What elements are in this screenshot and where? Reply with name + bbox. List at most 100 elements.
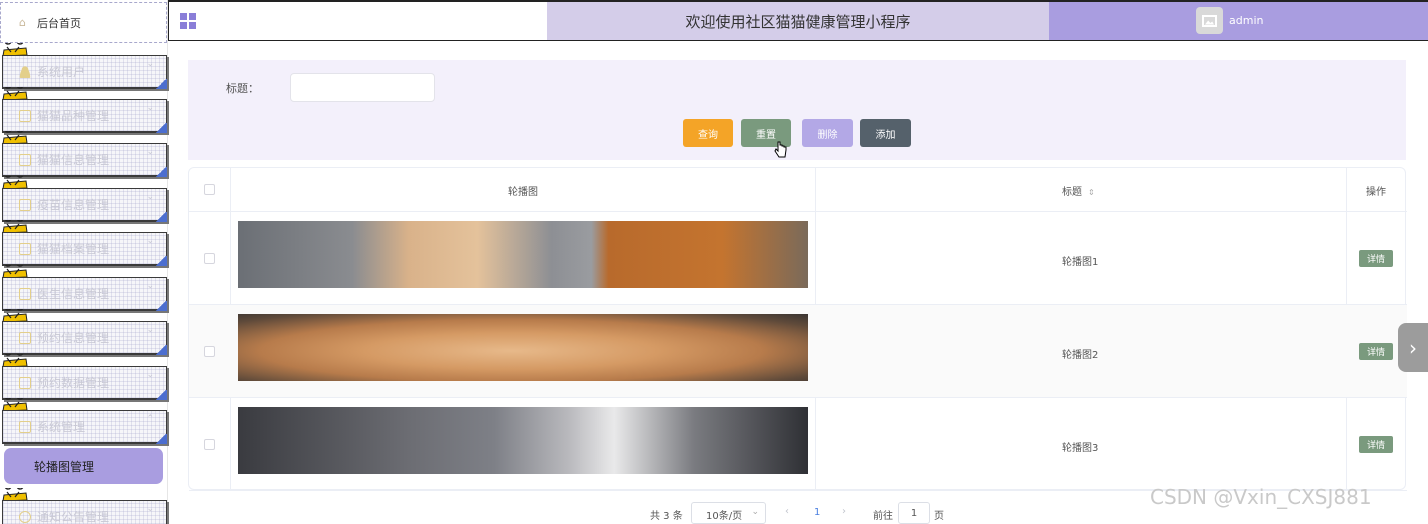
row-checkbox[interactable]	[204, 346, 215, 357]
sidebar-item-appointment-data[interactable]: 预约数据管理 ⌄	[2, 366, 167, 400]
row-title: 轮播图3	[1062, 443, 1099, 454]
sidebar-item-label: 通知公告管理	[37, 510, 110, 524]
delete-button[interactable]: 删除	[802, 119, 853, 147]
sidebar-item-label: 医生信息管理	[37, 287, 110, 301]
chevron-up-icon: ⌃	[146, 414, 154, 424]
page-number-1[interactable]: 1	[814, 507, 820, 518]
page-size-select[interactable]: 10条/页 ⌄	[691, 502, 766, 524]
page-title: 欢迎使用社区猫猫健康管理小程序	[547, 2, 1049, 40]
chevron-right-icon[interactable]: ›	[1398, 323, 1428, 372]
sidebar-item-label: 轮播图管理	[34, 459, 95, 474]
watermark: CSDN @Vxin_CXSJ881	[1150, 485, 1372, 509]
row-title: 轮播图2	[1062, 350, 1099, 361]
sidebar-item-vaccine[interactable]: 疫苗信息管理 ⌄	[2, 188, 167, 222]
page-corner-decoration	[155, 167, 167, 177]
page-corner-decoration	[155, 79, 167, 89]
column-header-title[interactable]: 标题 ⇕	[1062, 183, 1095, 198]
goto-label: 前往	[873, 511, 893, 522]
search-panel: 标题： 查询 重置 删除 添加	[188, 60, 1406, 160]
page-corner-decoration	[155, 434, 167, 444]
sidebar-item-system-users[interactable]: 系统用户 ⌄	[2, 55, 167, 89]
pagination: 共 3 条 10条/页 ⌄ ‹ 1 › 前往 1 页	[640, 502, 1020, 524]
sidebar-item-label: 系统用户	[37, 65, 86, 79]
page-size-value: 10条/页	[706, 511, 743, 522]
person-icon	[19, 65, 31, 78]
avatar[interactable]	[1196, 7, 1223, 34]
chevron-down-icon: ⌄	[146, 192, 154, 202]
select-all-checkbox[interactable]	[204, 184, 215, 195]
sidebar-item-home[interactable]: ⌂ 后台首页	[0, 2, 167, 43]
carousel-thumbnail	[238, 407, 808, 474]
page-corner-decoration	[155, 345, 167, 355]
page-corner-decoration	[155, 123, 167, 133]
page-corner-decoration	[155, 256, 167, 266]
sidebar-item-cat-archive[interactable]: 猫猫档案管理 ⌄	[2, 232, 167, 266]
folder-icon	[19, 287, 31, 300]
folder-icon	[19, 376, 31, 389]
sidebar-item-label: 预约信息管理	[37, 331, 110, 345]
title-search-input[interactable]	[290, 73, 435, 102]
carousel-thumbnail	[238, 221, 808, 288]
top-header: 欢迎使用社区猫猫健康管理小程序 admin	[168, 0, 1428, 41]
sidebar: ⌂ 后台首页 系统用户 ⌄ 猫猫品种管理 ⌄ 猫猫信息管理 ⌄ 疫苗信息管理 ⌄…	[0, 0, 168, 524]
menu-grid-icon[interactable]	[180, 13, 196, 29]
sidebar-item-appointment-info[interactable]: 预约信息管理 ⌄	[2, 321, 167, 355]
page-corner-decoration	[155, 390, 167, 400]
sidebar-item-announcements[interactable]: 通知公告管理 ⌄	[2, 500, 167, 524]
folder-icon	[19, 198, 31, 211]
table-row: 轮播图3 详情	[189, 398, 1407, 491]
row-checkbox[interactable]	[204, 439, 215, 450]
row-checkbox[interactable]	[204, 253, 215, 264]
sidebar-item-system-management[interactable]: 系统管理 ⌃	[2, 410, 167, 444]
column-header-actions: 操作	[1366, 187, 1386, 198]
sidebar-item-label: 猫猫信息管理	[37, 153, 110, 167]
sidebar-item-label: 猫猫品种管理	[37, 109, 110, 123]
image-placeholder-icon	[1202, 14, 1217, 27]
chevron-down-icon: ⌄	[146, 325, 154, 335]
detail-button[interactable]: 详情	[1359, 343, 1393, 360]
chevron-down-icon: ⌄	[146, 147, 154, 157]
table-row: 轮播图2 详情	[189, 305, 1407, 398]
page-corner-decoration	[155, 301, 167, 311]
chevron-down-icon: ⌄	[751, 507, 759, 517]
folder-icon	[19, 109, 31, 122]
sidebar-item-label: 猫猫档案管理	[37, 242, 110, 256]
add-button[interactable]: 添加	[860, 119, 911, 147]
user-area[interactable]: admin	[1049, 2, 1428, 40]
table-row: 轮播图1 详情	[189, 212, 1407, 305]
chevron-down-icon: ⌄	[146, 236, 154, 246]
page-suffix: 页	[934, 511, 944, 522]
carousel-table: 轮播图 标题 ⇕ 操作 轮播图1 详情 轮播图2 详情 轮播图3 详情	[188, 167, 1407, 491]
prev-page-button[interactable]: ‹	[785, 506, 789, 517]
sidebar-item-doctor[interactable]: 医生信息管理 ⌄	[2, 277, 167, 311]
column-title-text: 标题	[1062, 187, 1082, 198]
detail-button[interactable]: 详情	[1359, 250, 1393, 267]
image-icon	[19, 420, 31, 433]
sidebar-item-cat-info[interactable]: 猫猫信息管理 ⌄	[2, 143, 167, 177]
hand-cursor-icon	[774, 140, 788, 160]
pagination-total: 共 3 条	[650, 511, 683, 522]
sidebar-item-label: 后台首页	[37, 16, 81, 30]
folder-icon	[19, 242, 31, 255]
folder-icon	[19, 331, 31, 344]
sidebar-item-cat-breed[interactable]: 猫猫品种管理 ⌄	[2, 99, 167, 133]
info-icon	[19, 510, 31, 523]
carousel-thumbnail	[238, 314, 808, 381]
detail-button[interactable]: 详情	[1359, 436, 1393, 453]
title-search-label: 标题：	[226, 82, 259, 95]
chevron-down-icon: ⌄	[146, 59, 154, 69]
app-title-text: 欢迎使用社区猫猫健康管理小程序	[685, 12, 911, 31]
chevron-down-icon: ⌄	[146, 370, 154, 380]
username[interactable]: admin	[1229, 14, 1263, 27]
sort-icon[interactable]: ⇕	[1088, 188, 1095, 197]
table-header: 轮播图 标题 ⇕ 操作	[189, 168, 1407, 212]
query-button[interactable]: 查询	[683, 119, 733, 147]
chevron-down-icon: ⌄	[146, 103, 154, 113]
sidebar-item-carousel-management[interactable]: 轮播图管理	[4, 448, 163, 484]
page-corner-decoration	[155, 212, 167, 222]
chevron-down-icon: ⌄	[146, 281, 154, 291]
next-page-button[interactable]: ›	[842, 506, 846, 517]
column-header-image: 轮播图	[508, 187, 538, 198]
home-icon: ⌂	[19, 16, 26, 29]
goto-page-input[interactable]: 1	[898, 502, 930, 524]
